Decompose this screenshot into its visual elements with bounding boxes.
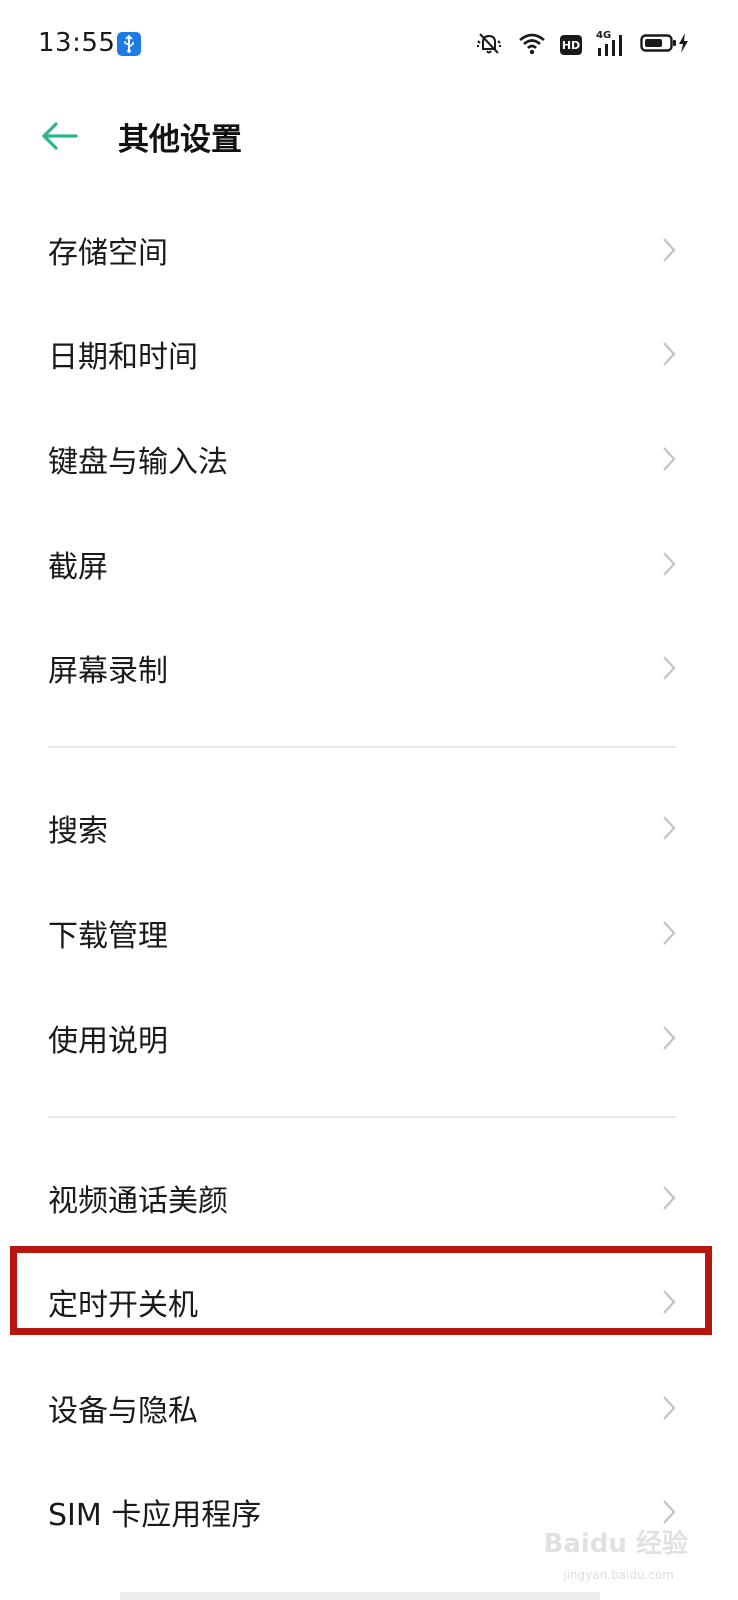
chevron-right-icon [663,1500,676,1524]
list-item-screen-recording[interactable]: 屏幕录制 [0,616,738,720]
cell-signal-icon: 4G [596,30,626,58]
list-item-device-privacy[interactable]: 设备与隐私 [0,1356,738,1460]
hd-icon: HD [560,35,582,55]
status-bar: 13:55 HD 4G [0,0,738,90]
section-divider [48,746,676,748]
list-item-date-time[interactable]: 日期和时间 [0,302,738,406]
chevron-right-icon [663,552,676,576]
list-item-label: 截屏 [48,550,108,585]
section-divider [48,1116,676,1118]
watermark: Baidu 经验 [543,1529,688,1559]
watermark-url: jingyan.baidu.com [563,1568,674,1582]
bell-off-icon [474,30,504,60]
arrow-left-icon[interactable] [38,118,82,154]
chevron-right-icon [663,238,676,262]
list-item-label: 视频通话美颜 [48,1184,228,1219]
list-item-label: 使用说明 [48,1024,168,1059]
list-item-video-call-beauty[interactable]: 视频通话美颜 [0,1146,738,1250]
wifi-icon [518,31,546,59]
list-item-label: 日期和时间 [48,340,198,375]
chevron-right-icon [663,656,676,680]
chevron-right-icon [663,1396,676,1420]
app-header: 其他设置 [0,96,738,176]
list-item-label: 下载管理 [48,919,168,954]
list-item-label: 设备与隐私 [48,1394,198,1429]
list-item-storage[interactable]: 存储空间 [0,198,738,302]
list-item-keyboard-input[interactable]: 键盘与输入法 [0,407,738,511]
list-item-label: 键盘与输入法 [48,445,228,480]
list-item-label: SIM 卡应用程序 [48,1498,262,1533]
list-item-search[interactable]: 搜索 [0,776,738,880]
battery-charging-icon [640,31,690,59]
list-item-scheduled-power[interactable]: 定时开关机 [0,1250,738,1354]
page-title: 其他设置 [118,122,242,158]
status-icons: HD 4G [474,30,690,60]
list-item-label: 存储空间 [48,236,168,271]
list-item-label: 屏幕录制 [48,654,168,689]
list-item-screenshot[interactable]: 截屏 [0,512,738,616]
list-item-label: 搜索 [48,814,108,849]
list-item-download-manager[interactable]: 下载管理 [0,881,738,985]
list-item-label: 定时开关机 [48,1288,198,1323]
chevron-right-icon [663,1290,676,1314]
chevron-right-icon [663,1186,676,1210]
status-time: 13:55 [38,28,116,58]
bottom-scroll-strip [120,1592,600,1600]
chevron-right-icon [663,447,676,471]
list-item-user-guide[interactable]: 使用说明 [0,986,738,1090]
usb-icon [117,32,141,56]
chevron-right-icon [663,342,676,366]
chevron-right-icon [663,816,676,840]
chevron-right-icon [663,1026,676,1050]
chevron-right-icon [663,921,676,945]
